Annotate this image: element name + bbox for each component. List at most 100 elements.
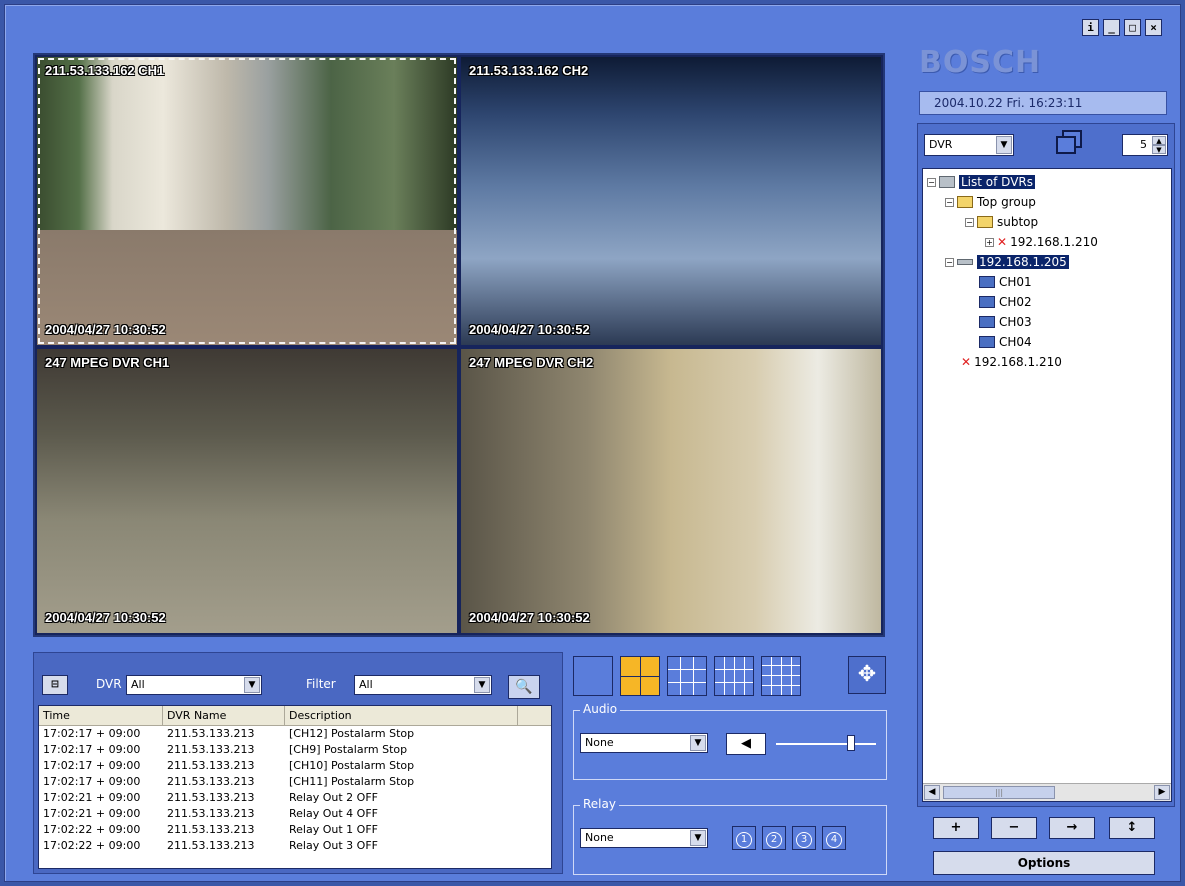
relay-1-button[interactable]: 1 <box>732 826 756 850</box>
move-arrows-icon: ✥ <box>857 662 877 687</box>
tree-node-ch01[interactable]: CH01 <box>979 273 1032 291</box>
video-cell-2[interactable]: 211.53.133.162 CH2 2004/04/27 10:30:52 <box>461 57 881 345</box>
tree-node-ch02[interactable]: CH02 <box>979 293 1032 311</box>
maximize-button[interactable]: □ <box>1124 19 1141 36</box>
dvr-icon <box>957 259 973 265</box>
layout-4x4-button[interactable] <box>761 656 801 696</box>
info-button[interactable]: i <box>1082 19 1099 36</box>
event-table-header: Time DVR Name Description <box>39 706 551 726</box>
cell-dvr: 211.53.133.213 <box>167 839 255 852</box>
table-row[interactable]: 17:02:22 + 09:00 211.53.133.213 Relay Out … <box>39 838 551 854</box>
video-label: 211.53.133.162 CH2 <box>469 63 589 78</box>
relay-number: 3 <box>796 832 812 848</box>
count-spinner[interactable]: 5 ▲ ▼ <box>1122 134 1168 156</box>
event-filter-value: All <box>359 678 373 691</box>
cell-time: 17:02:22 + 09:00 <box>43 839 141 852</box>
connect-button[interactable]: → <box>1049 817 1095 839</box>
table-row[interactable]: 17:02:17 + 09:00 211.53.133.213 [CH10] Pos… <box>39 758 551 774</box>
collapse-icon[interactable]: − <box>945 197 954 207</box>
tree-node-dvr-210b[interactable]: ✕ 192.168.1.210 <box>961 353 1062 371</box>
chevron-down-icon: ▼ <box>690 735 706 751</box>
network-icon <box>939 176 955 188</box>
audio-select-value: None <box>585 736 614 749</box>
tree-node-top-group[interactable]: − Top group <box>945 193 1036 211</box>
volume-slider-thumb[interactable] <box>847 735 855 751</box>
remove-button[interactable]: − <box>991 817 1037 839</box>
tree-node-label: List of DVRs <box>959 175 1035 189</box>
column-description[interactable]: Description <box>285 706 518 725</box>
tree-node-root[interactable]: − List of DVRs <box>927 173 1035 191</box>
collapse-icon[interactable]: − <box>965 217 974 227</box>
cell-dvr: 211.53.133.213 <box>167 743 255 756</box>
cell-description: [CH10] Postalarm Stop <box>289 759 415 772</box>
column-dvr-name[interactable]: DVR Name <box>163 706 285 725</box>
cell-time: 17:02:17 + 09:00 <box>43 743 141 756</box>
tree-node-label: CH03 <box>999 315 1032 329</box>
refresh-button[interactable]: ↕ <box>1109 817 1155 839</box>
collapse-icon[interactable]: − <box>945 257 954 267</box>
tree-node-dvr-205[interactable]: − 192.168.1.205 <box>945 253 1069 271</box>
tree-node-dvr-210a[interactable]: + ✕ 192.168.1.210 <box>985 233 1098 251</box>
scroll-right-icon[interactable]: ▶ <box>1154 785 1170 800</box>
video-timestamp: 2004/04/27 10:30:52 <box>469 610 590 625</box>
windows-stack-icon[interactable] <box>1052 130 1084 160</box>
search-button[interactable]: 🔍 <box>508 675 540 699</box>
event-filter-select[interactable]: All ▼ <box>354 675 492 695</box>
table-row[interactable]: 17:02:17 + 09:00 211.53.133.213 [CH11] Pos… <box>39 774 551 790</box>
scrollbar-thumb[interactable]: ||| <box>943 786 1055 799</box>
relay-select-value: None <box>585 831 614 844</box>
table-row[interactable]: 17:02:17 + 09:00 211.53.133.213 [CH9] Post… <box>39 742 551 758</box>
expand-icon[interactable]: + <box>985 237 994 247</box>
relay-3-button[interactable]: 3 <box>792 826 816 850</box>
camera-icon <box>979 276 995 288</box>
options-button[interactable]: Options <box>933 851 1155 875</box>
move-button[interactable]: ✥ <box>848 656 886 694</box>
horizontal-scrollbar[interactable]: ◀ ||| ▶ <box>923 783 1171 801</box>
mute-button[interactable]: ◀ <box>726 733 766 755</box>
table-row[interactable]: 17:02:21 + 09:00 211.53.133.213 Relay Out … <box>39 790 551 806</box>
camera-icon <box>979 316 995 328</box>
spinner-down-icon[interactable]: ▼ <box>1152 145 1166 154</box>
pin-button[interactable]: ⊟ <box>42 675 68 695</box>
table-row[interactable]: 17:02:17 + 09:00 211.53.133.213 [CH12] Pos… <box>39 726 551 742</box>
layout-custom-button[interactable] <box>714 656 754 696</box>
layout-2x2-button[interactable] <box>620 656 660 696</box>
layout-3x3-button[interactable] <box>667 656 707 696</box>
minimize-button[interactable]: _ <box>1103 19 1120 36</box>
folder-icon <box>977 216 993 228</box>
spinner-up-icon[interactable]: ▲ <box>1152 136 1166 145</box>
table-row[interactable]: 17:02:21 + 09:00 211.53.133.213 Relay Out … <box>39 806 551 822</box>
cell-description: Relay Out 1 OFF <box>289 823 378 836</box>
event-dvr-select[interactable]: All ▼ <box>126 675 262 695</box>
tree-node-ch04[interactable]: CH04 <box>979 333 1032 351</box>
scroll-left-icon[interactable]: ◀ <box>924 785 940 800</box>
video-timestamp: 2004/04/27 10:30:52 <box>469 322 590 337</box>
chevron-down-icon: ▼ <box>244 677 260 693</box>
cell-dvr: 211.53.133.213 <box>167 791 255 804</box>
tree-node-subtop[interactable]: − subtop <box>965 213 1038 231</box>
cell-time: 17:02:17 + 09:00 <box>43 775 141 788</box>
chevron-down-icon: ▼ <box>996 136 1012 154</box>
video-cell-3[interactable]: 247 MPEG DVR CH1 2004/04/27 10:30:52 <box>37 349 457 633</box>
volume-slider-track[interactable] <box>776 743 876 745</box>
close-button[interactable]: × <box>1145 19 1162 36</box>
cell-time: 17:02:17 + 09:00 <box>43 727 141 740</box>
audio-select[interactable]: None ▼ <box>580 733 708 753</box>
add-button[interactable]: + <box>933 817 979 839</box>
cell-description: Relay Out 2 OFF <box>289 791 378 804</box>
video-cell-1[interactable]: 211.53.133.162 CH1 2004/04/27 10:30:52 <box>37 57 457 345</box>
relay-number: 4 <box>826 832 842 848</box>
device-type-select[interactable]: DVR ▼ <box>924 134 1014 156</box>
relay-4-button[interactable]: 4 <box>822 826 846 850</box>
video-label: 247 MPEG DVR CH1 <box>45 355 170 370</box>
device-type-value: DVR <box>929 138 953 151</box>
column-time[interactable]: Time <box>39 706 163 725</box>
layout-1x1-button[interactable] <box>573 656 613 696</box>
video-cell-4[interactable]: 247 MPEG DVR CH2 2004/04/27 10:30:52 <box>461 349 881 633</box>
app-window: i _ □ × BOSCH 2004.10.22 Fri. 16:23:11 2… <box>4 4 1181 882</box>
relay-select[interactable]: None ▼ <box>580 828 708 848</box>
table-row[interactable]: 17:02:22 + 09:00 211.53.133.213 Relay Out … <box>39 822 551 838</box>
relay-2-button[interactable]: 2 <box>762 826 786 850</box>
collapse-icon[interactable]: − <box>927 177 936 187</box>
tree-node-ch03[interactable]: CH03 <box>979 313 1032 331</box>
